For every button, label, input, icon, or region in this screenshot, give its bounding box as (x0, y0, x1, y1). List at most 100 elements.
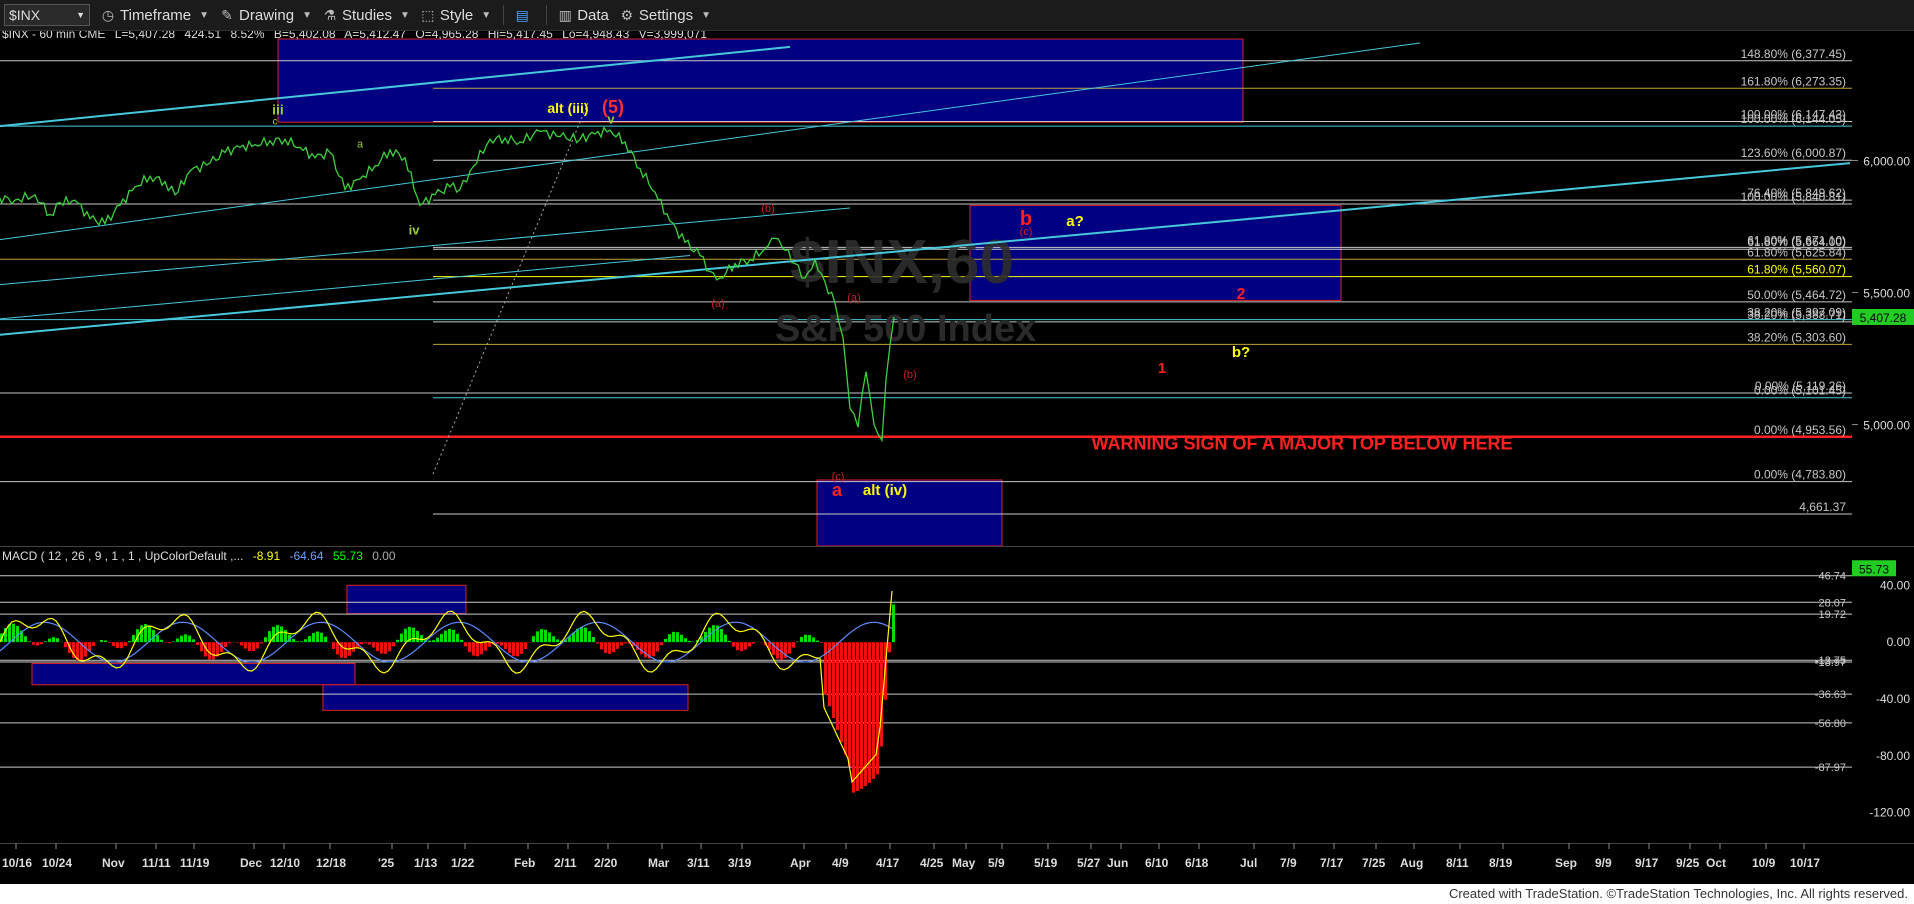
macd-histogram-bar (236, 642, 239, 643)
footer-credit: Created with TradeStation. ©TradeStation… (1448, 886, 1908, 901)
macd-histogram-bar (336, 642, 339, 655)
time-axis-label: Oct (1706, 856, 1726, 870)
fib-level-label: 50.00% (5,464.72) (1747, 288, 1846, 302)
time-axis-label: 6/10 (1145, 856, 1169, 870)
drawing-menu[interactable]: ✎ Drawing ▼ (219, 7, 312, 24)
macd-histogram-bar (668, 634, 671, 643)
macd-histogram-bar (92, 642, 95, 647)
macd-histogram-bar (196, 642, 199, 646)
warning-annotation: WARNING SIGN OF A MAJOR TOP BELOW HERE (1091, 434, 1512, 454)
macd-histogram-bar (744, 642, 747, 650)
macd-histogram-bar (260, 642, 263, 644)
macd-histogram-bar (532, 636, 535, 643)
last-price-badge-label: 5,407.28 (1860, 311, 1907, 325)
time-axis-label: Aug (1400, 856, 1423, 870)
macd-histogram-bar (580, 626, 583, 643)
macd-histogram-bar (56, 638, 59, 643)
toolbar: $INX ▼ ◷ Timeframe ▼ ✎ Drawing ▼ ⚗ Studies ▼ ⬚… (0, 0, 1914, 31)
macd-histogram-bar (52, 637, 55, 643)
fib-level-label: 161.80% (6,273.35) (1741, 74, 1846, 88)
time-axis-label: 9/9 (1595, 856, 1612, 870)
target-box (277, 38, 1244, 123)
quote-ask: A=5,412.47 (344, 31, 406, 41)
macd-histogram-bar (172, 641, 175, 643)
macd-histogram-bar (608, 642, 611, 654)
macd-level-label: -56.80 (1815, 718, 1846, 730)
macd-histogram-bar (856, 642, 859, 791)
macd-histogram-bar (412, 627, 415, 643)
style-icon: ⬚ (421, 6, 435, 23)
macd-histogram-bar (752, 642, 755, 644)
fib-level-label: 0.00% (5,101.45) (1754, 384, 1846, 398)
macd-histogram-bar (728, 640, 731, 643)
time-axis-label: 11/19 (180, 856, 210, 870)
macd-box (31, 662, 356, 686)
time-axis-label: 7/17 (1320, 856, 1344, 870)
time-axis-label: Sep (1555, 856, 1577, 870)
time-axis-label: 7/25 (1362, 856, 1386, 870)
macd-histogram-bar (256, 642, 259, 649)
macd-histogram-bar (428, 640, 431, 643)
fib-level-label: 61.80% (5,560.07) (1747, 263, 1846, 277)
wave-label: 1 (1158, 360, 1166, 377)
macd-histogram-bar (212, 642, 215, 660)
macd-histogram-value: 55.73 (333, 549, 363, 563)
data-menu[interactable]: ▥ Data (557, 7, 609, 24)
studies-menu[interactable]: ⚗ Studies ▼ (322, 7, 410, 24)
macd-histogram-bar (388, 642, 391, 652)
macd-histogram-bar (672, 631, 675, 643)
wave-label: c (273, 116, 278, 127)
wave-label: a? (1066, 213, 1084, 230)
macd-axis-label: -80.00 (1876, 749, 1910, 763)
time-axis-label: 8/11 (1446, 856, 1469, 870)
settings-menu[interactable]: ⚙ Settings ▼ (619, 7, 711, 24)
macd-histogram-bar (100, 639, 103, 643)
macd-header: MACD ( 12 , 26 , 9 , 1 , 1 , UpColorDefa… (2, 549, 396, 563)
style-menu[interactable]: ⬚ Style ▼ (420, 7, 491, 24)
wave-label: (b) (903, 369, 916, 381)
macd-histogram-bar (732, 642, 735, 647)
macd-histogram-bar (392, 642, 395, 647)
macd-histogram-bar (548, 632, 551, 643)
macd-histogram-bar (748, 642, 751, 647)
timeframe-menu[interactable]: ◷ Timeframe ▼ (100, 7, 209, 24)
macd-histogram-bar (380, 642, 383, 654)
macd-histogram-bar (432, 640, 435, 643)
macd-level-label: 28.07 (1818, 597, 1846, 609)
toolbar-divider (546, 5, 548, 25)
macd-histogram-bar (676, 632, 679, 643)
macd-histogram-bar (804, 634, 807, 643)
macd-histogram-bar (48, 638, 51, 643)
macd-histogram-bar (264, 637, 267, 643)
macd-histogram-bar (312, 632, 315, 643)
time-axis-label: 9/25 (1676, 856, 1700, 870)
price-chart[interactable]: 148.80% (6,377.45) 161.80% (6,273.35) 100.… (0, 31, 1914, 884)
macd-histogram-bar (588, 631, 591, 643)
fib-level-label: 0.00% (4,783.80) (1754, 468, 1846, 482)
symbol-value: $INX (9, 7, 41, 23)
macd-value: -8.91 (253, 549, 281, 563)
macd-histogram-bar (440, 633, 443, 643)
time-axis-label: 4/25 (920, 856, 944, 870)
macd-histogram-bar (800, 636, 803, 643)
time-axis-label: 10/16 (2, 856, 32, 870)
macd-histogram-bar (108, 642, 111, 643)
macd-histogram-bar (496, 642, 499, 644)
price-axis-label: 5,000.00 (1863, 419, 1910, 433)
macd-histogram-bar (812, 637, 815, 643)
macd-histogram-bar (296, 641, 299, 643)
macd-histogram-bar (140, 625, 143, 643)
time-axis-label: 2/20 (594, 856, 618, 870)
quote-low: Lo=4,948.43 (562, 31, 629, 41)
macd-histogram-bar (820, 642, 823, 643)
macd-histogram-bar (656, 642, 659, 652)
time-axis-label: May (952, 856, 976, 870)
macd-histogram-bar (484, 642, 487, 651)
macd-histogram-bar (132, 635, 135, 643)
layout-button[interactable]: ▤ (514, 7, 534, 24)
macd-histogram-bar (248, 642, 251, 651)
layout-icon: ▤ (515, 6, 529, 23)
macd-axis-label: 0.00 (1887, 635, 1911, 649)
symbol-selector[interactable]: $INX ▼ (4, 4, 90, 26)
bar-chart-icon: ▥ (558, 6, 572, 23)
